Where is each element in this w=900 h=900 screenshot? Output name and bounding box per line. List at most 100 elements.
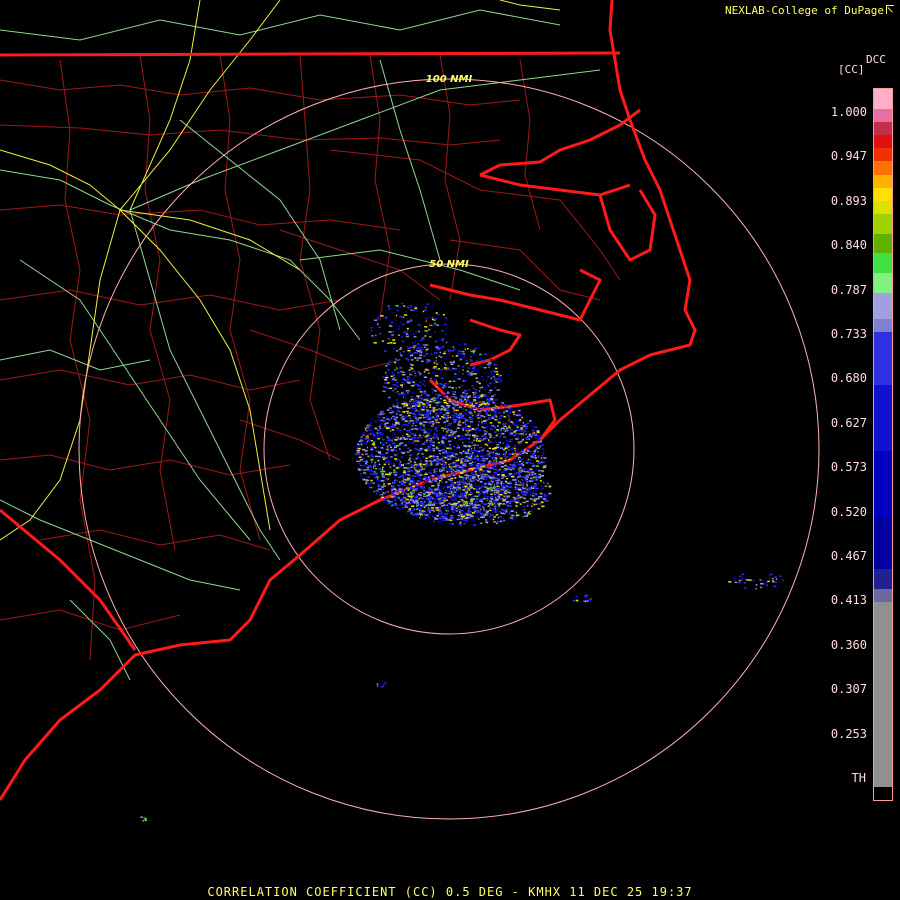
echo-pixel bbox=[430, 377, 432, 380]
echo-pixel bbox=[450, 492, 453, 494]
echo-pixel bbox=[360, 473, 362, 475]
echo-pixel bbox=[533, 500, 536, 502]
echo-pixel bbox=[380, 447, 384, 449]
echo-pixel bbox=[447, 508, 449, 510]
echo-pixel bbox=[489, 475, 491, 477]
echo-pixel bbox=[395, 305, 399, 307]
echo-pixel bbox=[426, 416, 429, 418]
echo-pixel bbox=[473, 394, 475, 396]
echo-pixel bbox=[373, 464, 376, 466]
echo-pixel bbox=[373, 434, 376, 437]
echo-pixel bbox=[379, 453, 382, 455]
echo-pixel bbox=[444, 382, 448, 385]
echo-pixel bbox=[438, 368, 440, 370]
echo-pixel bbox=[432, 423, 435, 425]
echo-pixel bbox=[423, 370, 426, 373]
echo-pixel bbox=[403, 478, 407, 481]
echo-pixel bbox=[402, 383, 405, 385]
echo-pixel bbox=[462, 468, 465, 470]
echo-pixel bbox=[388, 387, 393, 390]
echo-pixel bbox=[419, 352, 422, 354]
echo-pixel bbox=[395, 360, 398, 363]
echo-pixel bbox=[432, 476, 434, 479]
echo-pixel bbox=[357, 447, 361, 450]
echo-pixel bbox=[525, 452, 528, 454]
echo-pixel bbox=[393, 383, 396, 386]
echo-pixel bbox=[491, 395, 494, 397]
echo-pixel bbox=[499, 436, 502, 438]
echo-pixel bbox=[452, 414, 456, 417]
echo-pixel bbox=[383, 492, 385, 494]
echo-pixel bbox=[421, 398, 423, 400]
echo-pixel bbox=[459, 357, 464, 359]
echo-pixel bbox=[472, 476, 474, 478]
echo-pixel bbox=[517, 441, 520, 443]
echo-pixel bbox=[375, 450, 379, 452]
echo-pixel bbox=[473, 365, 476, 368]
echo-pixel bbox=[405, 492, 407, 495]
echo-pixel bbox=[388, 444, 391, 447]
external-link-icon[interactable] bbox=[886, 5, 894, 14]
echo-pixel bbox=[465, 463, 467, 465]
echo-pixel bbox=[438, 494, 441, 497]
legend-band bbox=[874, 148, 892, 162]
echo-pixel bbox=[470, 356, 472, 358]
echo-pixel bbox=[359, 459, 363, 461]
echo-pixel bbox=[476, 504, 478, 506]
echo-pixel bbox=[408, 483, 411, 485]
echo-pixel bbox=[515, 505, 518, 507]
echo-pixel bbox=[483, 410, 486, 412]
echo-pixel bbox=[420, 515, 423, 517]
echo-pixel bbox=[507, 449, 510, 451]
echo-pixel bbox=[404, 424, 408, 426]
echo-pixel bbox=[378, 463, 381, 466]
echo-pixel bbox=[452, 410, 455, 413]
echo-pixel bbox=[536, 445, 538, 448]
echo-pixel bbox=[399, 429, 402, 431]
echo-pixel bbox=[389, 439, 393, 442]
echo-pixel bbox=[445, 450, 447, 452]
echo-pixel bbox=[503, 436, 506, 439]
echo-pixel bbox=[492, 401, 495, 403]
echo-pixel bbox=[477, 459, 479, 462]
echo-pixel bbox=[543, 465, 547, 467]
echo-pixel bbox=[399, 461, 402, 463]
echo-pixel bbox=[401, 377, 405, 380]
echo-pixel bbox=[411, 442, 413, 444]
echo-pixel bbox=[497, 407, 500, 409]
echo-pixel bbox=[384, 382, 388, 384]
echo-pixel bbox=[451, 452, 455, 455]
echo-pixel bbox=[533, 426, 538, 428]
echo-pixel bbox=[456, 481, 458, 484]
echo-pixel bbox=[401, 340, 404, 343]
echo-pixel bbox=[519, 428, 523, 430]
echo-pixel bbox=[417, 411, 420, 413]
echo-pixel bbox=[428, 436, 431, 438]
echo-pixel bbox=[397, 497, 400, 499]
legend-tick: 0.680 bbox=[830, 371, 867, 386]
legend-band bbox=[874, 385, 892, 451]
echo-pixel bbox=[495, 452, 499, 455]
echo-pixel bbox=[442, 499, 444, 501]
echo-pixel bbox=[447, 408, 449, 410]
echo-pixel bbox=[499, 374, 502, 377]
echo-pixel bbox=[405, 420, 409, 422]
echo-pixel bbox=[586, 600, 589, 602]
echo-pixel bbox=[504, 512, 506, 515]
echo-pixel bbox=[441, 517, 446, 519]
echo-pixel bbox=[403, 467, 407, 469]
echo-pixel bbox=[420, 466, 423, 468]
echo-pixel bbox=[457, 401, 459, 403]
echo-pixel bbox=[403, 403, 406, 406]
echo-pixel bbox=[450, 506, 452, 509]
echo-pixel bbox=[463, 353, 466, 355]
echo-pixel bbox=[444, 425, 447, 427]
echo-pixel bbox=[439, 418, 441, 420]
echo-pixel bbox=[519, 419, 522, 421]
echo-pixel bbox=[471, 504, 475, 506]
echo-pixel bbox=[505, 445, 508, 448]
echo-pixel bbox=[494, 399, 498, 401]
echo-pixel bbox=[355, 453, 357, 455]
echo-pixel bbox=[432, 520, 435, 522]
echo-pixel bbox=[469, 495, 472, 497]
